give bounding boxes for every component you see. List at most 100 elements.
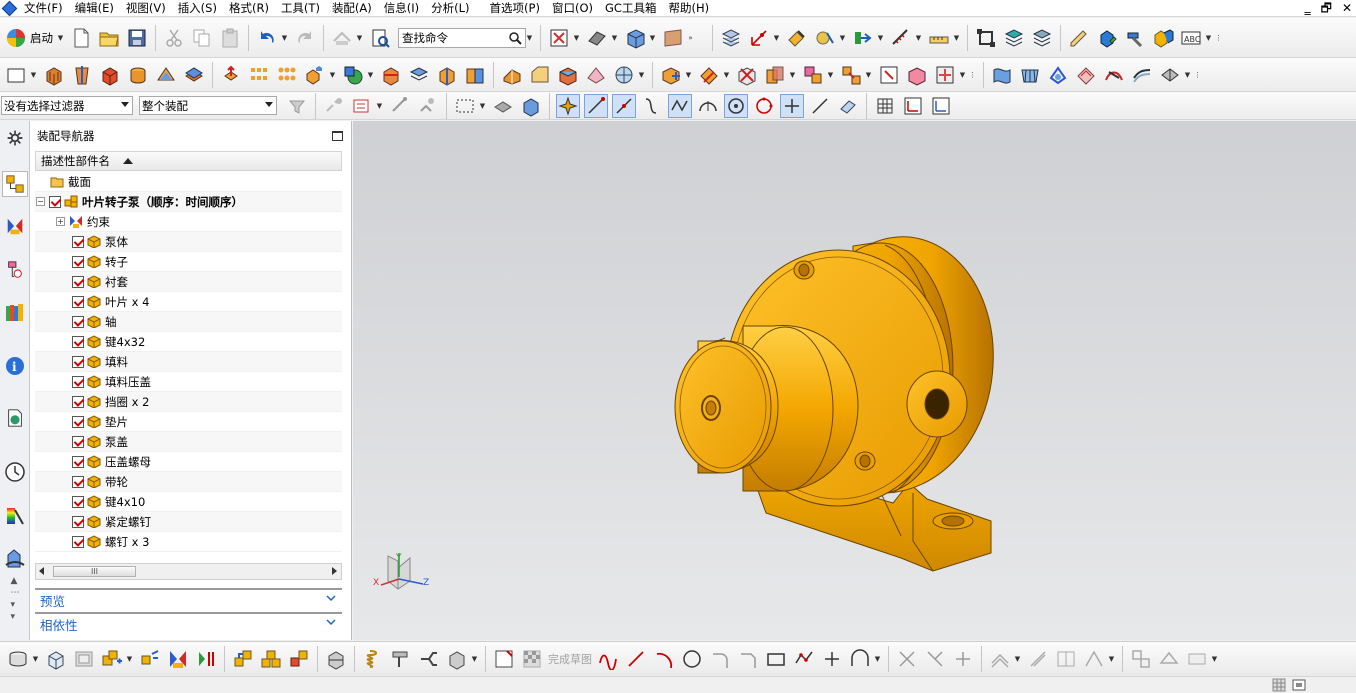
datum-plane-icon[interactable] [4, 63, 28, 87]
filter-reset-icon[interactable] [285, 94, 309, 118]
cut-icon[interactable] [162, 26, 186, 50]
save-icon[interactable] [125, 26, 149, 50]
measure-distance-icon[interactable] [889, 26, 913, 50]
menu-preferences[interactable]: 首选项(P) [484, 0, 546, 17]
text-dropdown-icon[interactable]: ▼ [1205, 33, 1212, 43]
end-point-icon[interactable] [584, 93, 608, 118]
mirror-component-icon[interactable] [166, 647, 190, 671]
layer-move-icon[interactable] [1030, 26, 1054, 50]
point-on-circle-icon[interactable] [724, 93, 748, 118]
route-icon[interactable] [417, 647, 441, 671]
wave-dropdown-icon[interactable]: ▼ [789, 70, 796, 80]
add-existing-component-icon[interactable] [100, 647, 124, 671]
expand-icon[interactable]: + [56, 217, 65, 226]
tree-node-component[interactable]: 键4x32 [35, 332, 342, 352]
tree-node-component[interactable]: 泵盖 [35, 432, 342, 452]
system-materials-icon[interactable] [2, 503, 28, 529]
tree-node-assembly[interactable]: − 叶片转子泵（顺序：时间顺序） [35, 192, 342, 212]
select-curve-icon[interactable] [388, 94, 412, 118]
grid-snap-icon[interactable] [873, 94, 897, 118]
resource-settings-icon[interactable] [2, 125, 28, 151]
wave-geometry-icon[interactable] [445, 647, 469, 671]
hole-dropdown-icon[interactable]: ▼ [32, 654, 39, 664]
curve-ops-dropdown-icon[interactable]: ▼ [1108, 654, 1115, 664]
studio-spline-icon[interactable] [848, 647, 872, 671]
history-icon[interactable] [2, 459, 28, 485]
maximize-icon[interactable] [332, 131, 343, 141]
tree-node-component[interactable]: 叶片 x 4 [35, 292, 342, 312]
copy-icon[interactable] [190, 26, 214, 50]
layer-settings-icon[interactable] [719, 26, 743, 50]
select-feature-icon[interactable] [350, 94, 374, 118]
reposition-component-icon[interactable] [231, 647, 255, 671]
wireframe-cube-icon[interactable] [44, 647, 68, 671]
pull-face-icon[interactable] [219, 63, 243, 87]
arc-icon[interactable] [652, 647, 676, 671]
move-dropdown-icon[interactable]: ▼ [877, 33, 884, 43]
toolbar2-overflow-icon[interactable]: ⋮ [969, 70, 976, 80]
tree-node-constraints[interactable]: + 约束 [35, 212, 342, 232]
graphics-window[interactable]: Y X Z [353, 121, 1356, 640]
visibility-checkbox[interactable] [72, 375, 84, 388]
select-body-icon[interactable] [416, 94, 440, 118]
command-finder-icon[interactable] [368, 26, 392, 50]
finish-sketch-icon[interactable] [520, 647, 544, 671]
toolbar-overflow-icon[interactable]: ⋮ [1215, 33, 1222, 43]
datum-dropdown-icon[interactable]: ▼ [30, 70, 37, 80]
auto-constrain-icon[interactable] [1157, 647, 1181, 671]
mate-constraint-icon[interactable] [194, 647, 218, 671]
make-corner-icon[interactable] [951, 647, 975, 671]
ruled-surface-icon[interactable] [1018, 63, 1042, 87]
pattern-dropdown-icon[interactable]: ▼ [959, 70, 966, 80]
add-existing-curve-icon[interactable] [1082, 647, 1106, 671]
mid-point-icon[interactable] [612, 93, 636, 118]
hd3d-tools-icon[interactable]: i [2, 353, 28, 379]
surface-dropdown-icon[interactable]: ▼ [638, 70, 645, 80]
move-component-dropdown-icon[interactable]: ▼ [723, 70, 730, 80]
repeat-command-icon[interactable] [330, 26, 354, 50]
start-dropdown-icon[interactable]: ▼ [57, 33, 64, 43]
visibility-checkbox[interactable] [72, 495, 84, 508]
profile-icon[interactable] [596, 647, 620, 671]
menu-format[interactable]: 格式(R) [223, 0, 275, 17]
toolbar2-end-overflow-icon[interactable]: ⋮ [1194, 70, 1201, 80]
existing-point-icon[interactable] [780, 93, 804, 118]
tree-node-component[interactable]: 键4x10 [35, 492, 342, 512]
shell-icon[interactable] [341, 63, 365, 87]
dependencies-panel-header[interactable]: 相依性 [35, 612, 342, 634]
wcs-orient-icon[interactable] [901, 94, 925, 118]
restore-icon[interactable]: 🗗 [1321, 0, 1332, 16]
visibility-checkbox[interactable] [72, 275, 84, 288]
visibility-checkbox[interactable] [72, 335, 84, 348]
patch-icon[interactable] [463, 63, 487, 87]
surface2-dropdown-icon[interactable]: ▼ [1184, 70, 1191, 80]
view-orient-icon[interactable] [623, 26, 647, 50]
select-solid-icon[interactable] [519, 94, 543, 118]
replace-reference-icon[interactable] [287, 647, 311, 671]
scroll-right-icon[interactable] [332, 567, 337, 575]
clearance-icon[interactable] [905, 63, 929, 87]
layer-icon[interactable] [1002, 26, 1026, 50]
roles-icon[interactable] [2, 545, 28, 571]
show-constraints-icon[interactable] [1185, 647, 1209, 671]
rectangle-icon[interactable] [764, 647, 788, 671]
feature-select-dropdown-icon[interactable]: ▼ [376, 101, 383, 111]
analysis-dropdown-icon[interactable]: ▼ [953, 33, 960, 43]
replace-component-icon[interactable] [801, 63, 825, 87]
enable-snap-point-icon[interactable] [556, 93, 580, 118]
tree-node-component[interactable]: 垫片 [35, 412, 342, 432]
curve-dropdown-icon[interactable]: ▼ [874, 654, 881, 664]
wcs-icon[interactable] [747, 26, 771, 50]
menu-gc-toolkit[interactable]: GC工具箱 [599, 0, 662, 17]
snap-view-icon[interactable] [974, 26, 998, 50]
point-on-curve-icon[interactable] [808, 94, 832, 118]
wave-link-icon[interactable] [763, 63, 787, 87]
work-plane-icon[interactable] [929, 94, 953, 118]
tree-node-folder[interactable]: 截面 [35, 172, 342, 192]
menu-view[interactable]: 视图(V) [120, 0, 172, 17]
sketch-task-icon[interactable] [492, 647, 516, 671]
constraint-dropdown-icon[interactable]: ▼ [685, 70, 692, 80]
control-point-icon[interactable] [640, 94, 664, 118]
mirror-assembly-icon[interactable] [735, 63, 759, 87]
edit-object-display-icon[interactable] [785, 26, 809, 50]
